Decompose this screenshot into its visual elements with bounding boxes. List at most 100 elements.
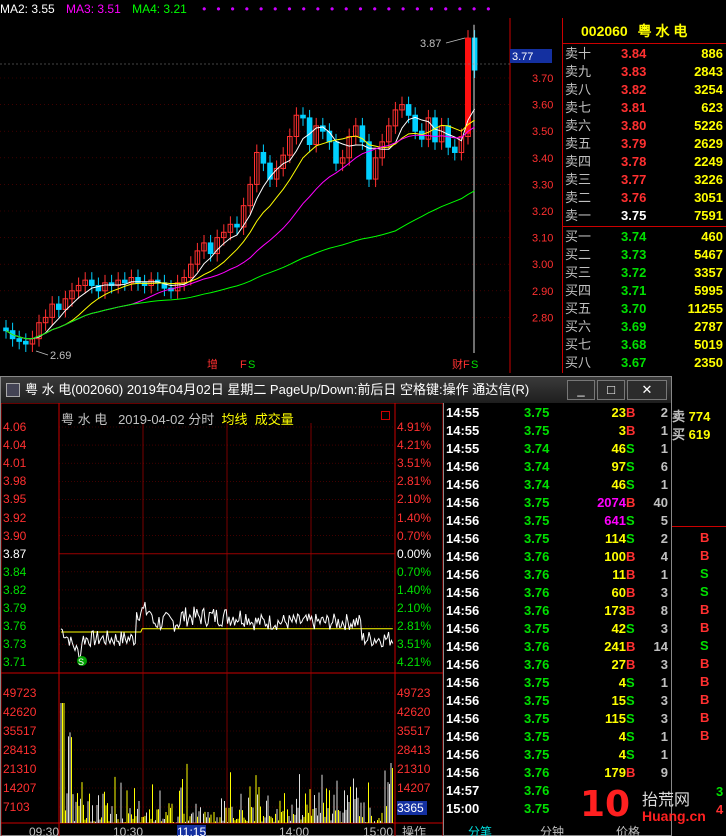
book-volume: 623 bbox=[701, 100, 723, 115]
price-tick-left: 3.84 bbox=[3, 564, 27, 579]
book-volume: 5019 bbox=[694, 337, 723, 352]
bottom-tab[interactable]: 操作 bbox=[402, 826, 426, 836]
kline-chart[interactable]: 3.70 3.60 3.50 3.40 3.30 3.20 3.10 3.00 2.90 2.80… bbox=[0, 18, 562, 373]
window-titlebar[interactable]: 粤 水 电(002060) 2019年04月02日 星期二 PageUp/Dow… bbox=[1, 377, 671, 403]
tick-row[interactable]: 14:56 3.76 100 B 4 bbox=[444, 548, 672, 566]
tick-count: 40 bbox=[653, 495, 668, 510]
book-price: 3.77 bbox=[621, 172, 647, 187]
tick-row[interactable]: 14:56 3.74 97 S 6 bbox=[444, 458, 672, 476]
book-volume: 5995 bbox=[694, 283, 723, 298]
book-row[interactable]: 卖六 3.80 5226 bbox=[563, 117, 726, 135]
tick-volume: 100 bbox=[604, 549, 626, 564]
tick-time: 14:56 bbox=[446, 513, 480, 528]
volume-tick-right: 14207 bbox=[397, 781, 431, 795]
tick-volume: 641 bbox=[604, 513, 626, 528]
tick-time: 14:56 bbox=[446, 675, 480, 690]
tick-row[interactable]: 14:55 3.75 23 B 2 bbox=[444, 404, 672, 422]
ma-legend: MA2: 3.55 MA3: 3.51 MA4: 3.21 • • • • • … bbox=[0, 0, 562, 18]
book-row[interactable]: 卖一 3.75 7591 bbox=[563, 207, 726, 227]
tick-time: 14:56 bbox=[446, 531, 480, 546]
tick-row[interactable]: 14:56 3.75 2074 B 40 bbox=[444, 494, 672, 512]
tick-direction: B bbox=[626, 639, 636, 654]
book-row[interactable]: 买四 3.71 5995 bbox=[563, 282, 726, 300]
tick-volume: 97 bbox=[611, 459, 626, 474]
tick-price: 3.76 bbox=[524, 765, 550, 780]
book-row[interactable]: 买五 3.70 11255 bbox=[563, 300, 726, 318]
book-row[interactable]: 卖二 3.76 3051 bbox=[563, 189, 726, 207]
tick-row[interactable]: 14:56 3.75 641 S 5 bbox=[444, 512, 672, 530]
book-level-label: 买四 bbox=[565, 283, 592, 298]
book-level-label: 卖五 bbox=[565, 136, 592, 151]
book-row[interactable]: 卖三 3.77 3226 bbox=[563, 171, 726, 189]
book-row[interactable]: 买二 3.73 5467 bbox=[563, 246, 726, 264]
tick-count: 1 bbox=[660, 675, 668, 690]
close-button[interactable]: ✕ bbox=[627, 380, 667, 400]
avg-line-label: 均线 bbox=[221, 412, 248, 427]
book-row[interactable]: 卖四 3.78 2249 bbox=[563, 153, 726, 171]
tick-row[interactable]: 14:56 3.76 11 B 1 bbox=[444, 566, 672, 584]
tick-row[interactable]: 14:56 3.75 4 S 1 bbox=[444, 746, 672, 764]
book-level-label: 卖二 bbox=[565, 190, 592, 205]
tick-row[interactable]: 14:56 3.76 179 B 9 bbox=[444, 764, 672, 782]
tick-direction: S bbox=[626, 711, 635, 726]
tick-row[interactable]: 14:56 3.76 173 B 8 bbox=[444, 602, 672, 620]
tick-time: 14:56 bbox=[446, 567, 480, 582]
bottom-tab[interactable]: 分笔 bbox=[468, 826, 492, 836]
book-price: 3.82 bbox=[621, 82, 647, 97]
volume-current: 3365 bbox=[397, 801, 427, 815]
book-row[interactable]: 买三 3.72 3357 bbox=[563, 264, 726, 282]
volume-tick-left: 42620 bbox=[3, 705, 37, 719]
book-row[interactable]: 卖十 3.84 886 bbox=[563, 45, 726, 63]
volume-tick-left: 49723 bbox=[3, 686, 37, 700]
book-row[interactable]: 卖七 3.81 623 bbox=[563, 99, 726, 117]
tick-row[interactable]: 14:55 3.75 3 B 1 bbox=[444, 422, 672, 440]
intraday-panel[interactable]: S 粤 水 电 2019-04-02 分时 均线 成交量 4.06 4.91% 4.… bbox=[1, 403, 443, 836]
tick-time: 14:56 bbox=[446, 549, 480, 564]
tick-time: 14:56 bbox=[446, 495, 480, 510]
price-tick-left: 3.82 bbox=[3, 582, 27, 597]
time-tick: 10:30 bbox=[113, 825, 144, 836]
price-tick-left: 3.76 bbox=[3, 619, 27, 634]
book-row[interactable]: 买七 3.68 5019 bbox=[563, 336, 726, 354]
residual-mark: B bbox=[700, 692, 710, 707]
tick-row[interactable]: 14:56 3.76 241 B 14 bbox=[444, 638, 672, 656]
book-volume: 3357 bbox=[694, 265, 723, 280]
residual-mark: B bbox=[700, 710, 710, 725]
tick-row[interactable]: 14:56 3.75 42 S 3 bbox=[444, 620, 672, 638]
trade-ticks[interactable]: 14:55 3.75 23 B 2 14:55 3.75 3 B 1 14:55 3.74 46 S 1 14… bbox=[443, 403, 671, 836]
intraday-subheader: 粤 水 电 2019-04-02 分时 均线 成交量 bbox=[61, 409, 294, 428]
tick-row[interactable]: 14:56 3.75 114 S 2 bbox=[444, 530, 672, 548]
tick-row[interactable]: 14:56 3.75 15 S 3 bbox=[444, 692, 672, 710]
residual-sell-vol: 774 bbox=[688, 409, 711, 424]
book-row[interactable]: 买八 3.67 2350 bbox=[563, 354, 726, 372]
book-row[interactable]: 卖九 3.83 2843 bbox=[563, 63, 726, 81]
tick-price: 3.74 bbox=[524, 441, 550, 456]
tick-row[interactable]: 14:56 3.76 27 B 3 bbox=[444, 656, 672, 674]
book-row[interactable]: 买一 3.74 460 bbox=[563, 228, 726, 246]
book-row[interactable]: 卖八 3.82 3254 bbox=[563, 81, 726, 99]
price-tick-left: 3.87 bbox=[3, 546, 27, 561]
tick-row[interactable]: 14:56 3.75 4 S 1 bbox=[444, 728, 672, 746]
panel-option-icon[interactable] bbox=[381, 411, 390, 420]
watermark-num: 10 bbox=[580, 784, 631, 825]
book-row[interactable]: 卖五 3.79 2629 bbox=[563, 135, 726, 153]
intraday-window[interactable]: 粤 水 电(002060) 2019年04月02日 星期二 PageUp/Dow… bbox=[0, 376, 672, 836]
intraday-chart[interactable]: S bbox=[1, 403, 443, 836]
book-price: 3.72 bbox=[621, 265, 647, 280]
tick-time: 14:56 bbox=[446, 459, 480, 474]
tick-volume: 46 bbox=[611, 477, 626, 492]
residual-mark: B bbox=[700, 620, 710, 635]
book-row[interactable]: 买六 3.69 2787 bbox=[563, 318, 726, 336]
bottom-tab[interactable]: 分钟 bbox=[540, 826, 564, 836]
tick-row[interactable]: 14:56 3.76 60 B 3 bbox=[444, 584, 672, 602]
tick-volume: 179 bbox=[604, 765, 626, 780]
tick-price: 3.75 bbox=[524, 711, 550, 726]
tick-row[interactable]: 14:56 3.74 46 S 1 bbox=[444, 476, 672, 494]
tick-row[interactable]: 14:56 3.75 115 S 3 bbox=[444, 710, 672, 728]
book-volume: 2249 bbox=[694, 154, 723, 169]
tick-row[interactable]: 14:56 3.75 4 S 1 bbox=[444, 674, 672, 692]
minimize-button[interactable]: _ bbox=[567, 380, 595, 400]
tick-row[interactable]: 14:55 3.74 46 S 1 bbox=[444, 440, 672, 458]
volume-tick-left: 14207 bbox=[3, 781, 37, 795]
maximize-button[interactable]: □ bbox=[597, 380, 625, 400]
